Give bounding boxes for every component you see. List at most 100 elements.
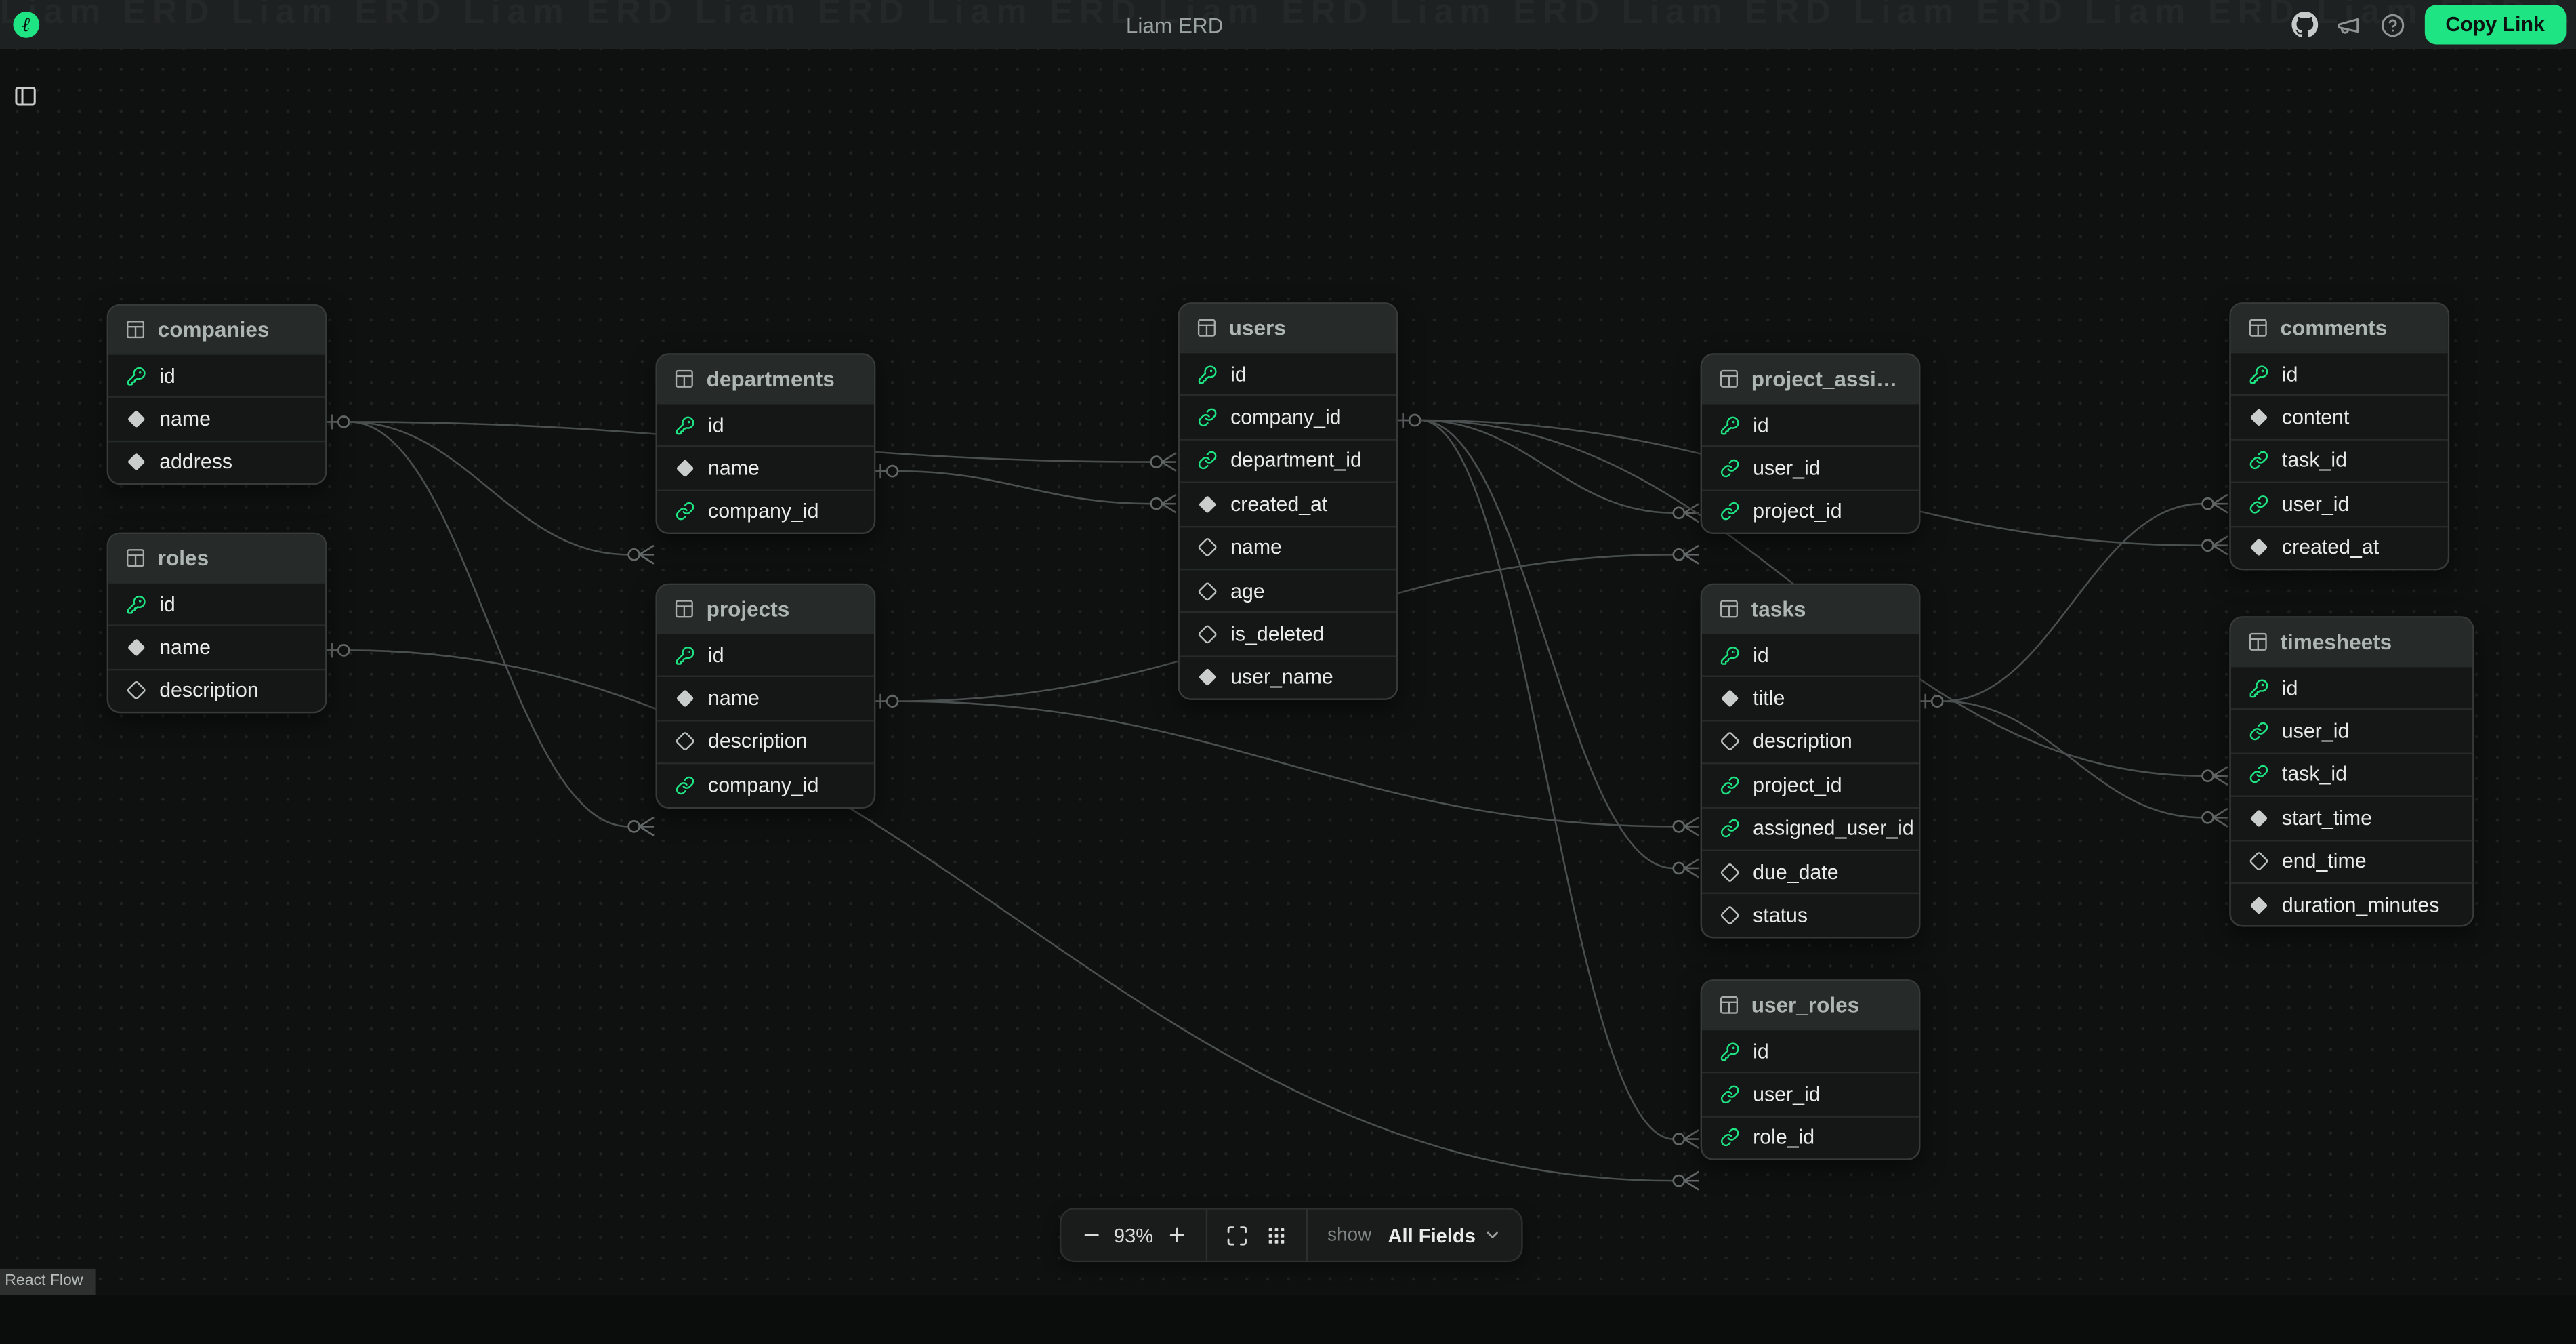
table-header[interactable]: timesheets (2231, 618, 2472, 666)
diamond-filled-icon (1196, 667, 1218, 689)
grid-dots-icon (1265, 1223, 1288, 1246)
fields-filter-dropdown[interactable]: All Fields (1378, 1215, 1512, 1256)
column-name: created_at (1230, 493, 1327, 516)
diamond-outline-icon (1718, 861, 1740, 883)
key-icon (1196, 363, 1218, 385)
table-header[interactable]: departments (657, 355, 874, 403)
table-node-comments[interactable]: commentsidcontenttask_id user_id created_a… (2229, 302, 2449, 570)
column-row-status[interactable]: status (1702, 893, 1919, 936)
table-header[interactable]: roles (108, 534, 325, 582)
key-icon (2247, 363, 2269, 385)
column-row-project_id[interactable]: project_id (1702, 762, 1919, 806)
react-flow-attribution[interactable]: React Flow (0, 1269, 94, 1295)
table-node-projects[interactable]: projectsidnamedescriptioncompany_id (655, 584, 875, 808)
column-row-title[interactable]: title (1702, 676, 1919, 719)
table-header[interactable]: projects (657, 585, 874, 632)
table-node-companies[interactable]: companiesidnameaddress (107, 304, 327, 485)
column-row-assigned_user_id[interactable]: assigned_user_id (1702, 806, 1919, 849)
column-name: company_id (1230, 406, 1341, 429)
column-row-description[interactable]: description (1702, 719, 1919, 762)
copy-link-button[interactable]: Copy Link (2424, 5, 2567, 44)
table-node-roles[interactable]: rolesidnamedescription (107, 533, 327, 714)
topbar-watermark: Liam ERD Liam ERD Liam ERD Liam ERD Liam… (0, 0, 2576, 33)
column-row-task_id[interactable]: task_id (2231, 439, 2448, 482)
column-row-role_id[interactable]: role_id (1702, 1116, 1919, 1159)
column-row-start_time[interactable]: start_time (2231, 796, 2472, 839)
liam-logo[interactable]: ℓ (13, 12, 39, 38)
sidebar-toggle-button[interactable] (10, 81, 40, 110)
column-row-content[interactable]: content (2231, 395, 2448, 439)
column-row-name[interactable]: name (657, 676, 874, 719)
column-row-description[interactable]: description (657, 719, 874, 762)
table-header[interactable]: tasks (1702, 585, 1919, 632)
table-node-users[interactable]: users id company_id department_id created_at… (1178, 302, 1398, 700)
github-button[interactable] (2291, 12, 2317, 38)
column-row-user_id[interactable]: user_id (2231, 709, 2472, 752)
table-header[interactable]: comments (2231, 304, 2448, 352)
column-row-company_id[interactable]: company_id (1180, 395, 1396, 439)
column-row-id[interactable]: id (108, 582, 325, 625)
column-row-id[interactable]: id (1702, 403, 1919, 446)
column-name: id (1753, 644, 1769, 667)
table-title: timesheets (2280, 630, 2392, 654)
column-row-description[interactable]: description (108, 668, 325, 712)
column-name: user_id (2282, 493, 2349, 516)
column-row-id[interactable]: id (2231, 352, 2448, 395)
column-name: id (1230, 363, 1247, 386)
table-header[interactable]: user_roles (1702, 981, 1919, 1029)
announcements-button[interactable] (2335, 12, 2362, 38)
table-header[interactable]: project_assignments (1702, 355, 1919, 403)
relationship-edge-tasks-to-comments (1943, 495, 2228, 701)
diamond-filled-icon (673, 457, 695, 479)
column-row-created_at[interactable]: created_at (1180, 482, 1396, 525)
column-row-due_date[interactable]: due_date (1702, 849, 1919, 893)
column-row-end_time[interactable]: end_time (2231, 839, 2472, 882)
table-node-user_roles[interactable]: user_rolesiduser_idrole_id (1701, 979, 1921, 1160)
zoom-in-button[interactable] (1157, 1215, 1196, 1255)
tidy-up-button[interactable] (1257, 1215, 1296, 1255)
column-row-id[interactable]: id (1180, 352, 1396, 395)
column-row-id[interactable]: id (1702, 1029, 1919, 1072)
column-row-id[interactable]: id (657, 403, 874, 446)
column-row-company_id[interactable]: company_id (657, 762, 874, 806)
key-icon (1718, 414, 1740, 436)
column-row-task_id[interactable]: task_id (2231, 752, 2472, 796)
column-row-id[interactable]: id (2231, 666, 2472, 709)
column-name: duration_minutes (2282, 893, 2440, 916)
column-row-department_id[interactable]: department_id (1180, 439, 1396, 482)
help-button[interactable] (2380, 12, 2406, 38)
table-node-timesheets[interactable]: timesheets iduser_idtask_idstart_timeend_… (2229, 616, 2474, 927)
table-node-departments[interactable]: departmentsidnamecompany_id (655, 353, 875, 534)
table-node-tasks[interactable]: tasks id titledescriptionproject_idassigne… (1701, 584, 1921, 938)
table-icon (1196, 317, 1218, 339)
table-node-project_assignments[interactable]: project_assignmentsiduser_idproject_id (1701, 353, 1921, 534)
column-row-id[interactable]: id (657, 633, 874, 676)
column-name: is_deleted (1230, 623, 1324, 646)
column-row-age[interactable]: age (1180, 569, 1396, 612)
column-row-is_deleted[interactable]: is_deleted (1180, 612, 1396, 655)
table-header[interactable]: companies (108, 306, 325, 353)
column-row-user_id[interactable]: user_id (1702, 446, 1919, 489)
column-row-name[interactable]: name (1180, 525, 1396, 569)
column-row-duration_minutes[interactable]: duration_minutes (2231, 882, 2472, 926)
column-row-address[interactable]: address (108, 440, 325, 483)
zoom-out-button[interactable] (1071, 1215, 1110, 1255)
column-row-name[interactable]: name (108, 625, 325, 668)
column-row-user_id[interactable]: user_id (2231, 482, 2448, 525)
diamond-outline-icon (125, 680, 146, 702)
table-header[interactable]: users (1180, 304, 1396, 352)
column-row-user_name[interactable]: user_name (1180, 655, 1396, 699)
link-icon (1196, 407, 1218, 428)
column-row-company_id[interactable]: company_id (657, 489, 874, 533)
fit-view-button[interactable] (1218, 1215, 1257, 1255)
table-icon (125, 319, 146, 340)
column-row-id[interactable]: id (108, 353, 325, 396)
erd-canvas[interactable]: companiesidnameaddressrolesidnamedescrip… (0, 49, 2576, 1295)
column-row-created_at[interactable]: created_at (2231, 525, 2448, 569)
column-row-id[interactable]: id (1702, 633, 1919, 676)
column-row-name[interactable]: name (657, 446, 874, 489)
column-row-project_id[interactable]: project_id (1702, 489, 1919, 533)
column-row-user_id[interactable]: user_id (1702, 1072, 1919, 1116)
cardinality-one-marker-roles (324, 643, 350, 658)
column-row-name[interactable]: name (108, 396, 325, 440)
